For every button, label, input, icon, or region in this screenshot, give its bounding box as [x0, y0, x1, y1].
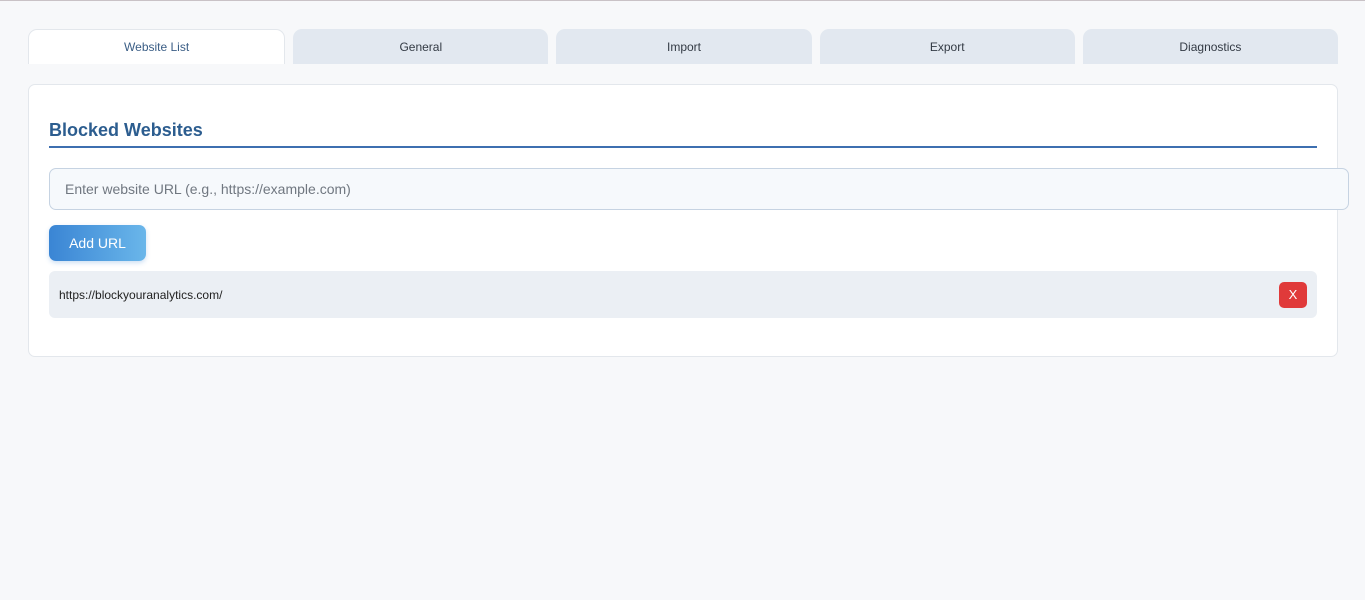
tab-export[interactable]: Export — [819, 29, 1075, 64]
tab-website-list[interactable]: Website List — [28, 29, 286, 64]
page-title: Blocked Websites — [49, 120, 203, 140]
add-url-button[interactable]: Add URL — [49, 225, 146, 261]
url-input[interactable] — [49, 168, 1349, 210]
blocked-url-list: https://blockyouranalytics.com/ X — [49, 271, 1317, 326]
remove-url-button[interactable]: X — [1279, 281, 1307, 308]
website-list-panel: Blocked Websites Add URL https://blockyo… — [28, 84, 1349, 357]
blocked-url-text: https://blockyouranalytics.com/ — [59, 287, 223, 302]
list-item: https://blockyouranalytics.com/ X — [49, 271, 1317, 318]
tab-general[interactable]: General — [293, 29, 549, 64]
tab-import[interactable]: Import — [556, 29, 812, 64]
window-top-border — [0, 0, 1365, 1]
tab-bar: Website List General Import Export Diagn… — [28, 29, 1339, 64]
tab-diagnostics[interactable]: Diagnostics — [1082, 29, 1339, 64]
title-divider — [49, 146, 1317, 148]
